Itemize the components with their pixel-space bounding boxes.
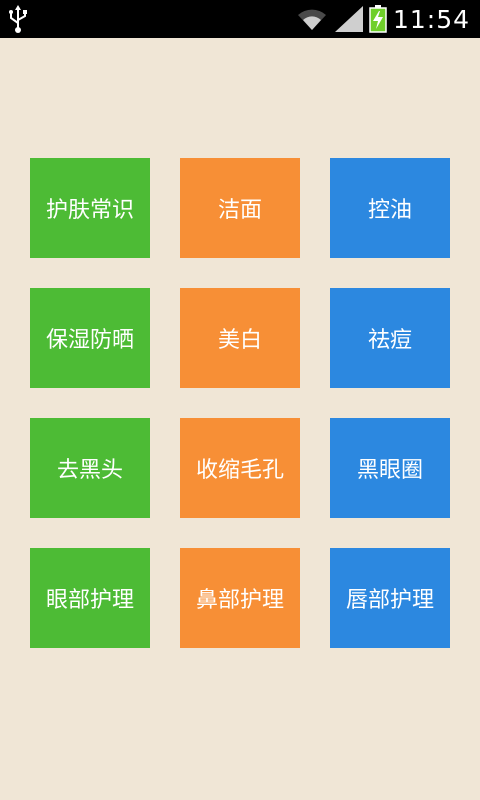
tile-moisturize-sunscreen[interactable]: 保湿防晒	[30, 288, 150, 388]
tile-nose-care[interactable]: 鼻部护理	[180, 548, 300, 648]
status-time: 11:54	[392, 4, 470, 34]
battery-charging-icon	[369, 5, 387, 33]
tile-oil-control[interactable]: 控油	[330, 158, 450, 258]
wifi-icon	[297, 9, 326, 30]
tile-skincare-basics[interactable]: 护肤常识	[30, 158, 150, 258]
tile-shrink-pores[interactable]: 收缩毛孔	[180, 418, 300, 518]
tile-eye-care[interactable]: 眼部护理	[30, 548, 150, 648]
skincare-menu-grid: 护肤常识 洁面 控油 保湿防晒 美白 祛痘 去黑头 收缩毛孔 黑眼圈 眼部护理 …	[30, 158, 450, 648]
tile-blackhead-removal[interactable]: 去黑头	[30, 418, 150, 518]
tile-face-cleansing[interactable]: 洁面	[180, 158, 300, 258]
status-icons: 11:54	[297, 0, 470, 38]
tile-whitening[interactable]: 美白	[180, 288, 300, 388]
signal-icon	[334, 6, 363, 32]
status-bar: 11:54	[0, 0, 480, 38]
tile-dark-circles[interactable]: 黑眼圈	[330, 418, 450, 518]
usb-icon	[9, 5, 27, 33]
tile-lip-care[interactable]: 唇部护理	[330, 548, 450, 648]
tile-acne-removal[interactable]: 祛痘	[330, 288, 450, 388]
